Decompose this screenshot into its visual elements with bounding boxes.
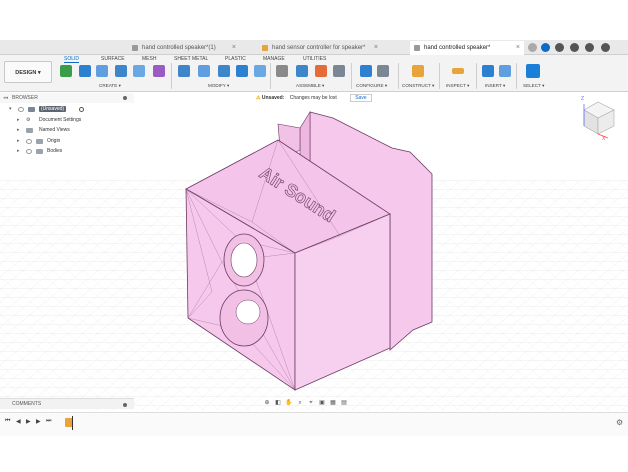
document-icon [414,45,420,51]
chevron-right-icon[interactable]: ▸ [17,126,20,135]
insert-derive-icon[interactable] [482,65,494,77]
chevron-down-icon[interactable]: ▾ [9,105,12,114]
navigation-bar: ⊕ ◧ ✋ ⌕ ⌖ ▣ ▦ ▤ [262,398,349,409]
group-create[interactable]: CREATE ▾ [99,83,121,89]
orbit-icon[interactable]: ⊕ [262,399,272,408]
browser-item-origin[interactable]: ▸ Origin [17,137,127,146]
workspace-selector[interactable]: DESIGN ▾ [4,61,52,83]
close-icon[interactable]: × [374,41,378,55]
chevron-right-icon[interactable]: ▸ [17,137,20,146]
chamfer-icon[interactable] [218,65,230,77]
configure-icon[interactable] [360,65,372,77]
job-status-icon[interactable] [555,43,564,52]
help-icon[interactable] [585,43,594,52]
select-cursor-icon[interactable] [526,64,540,78]
folder-icon [26,128,33,133]
save-button[interactable]: Save [350,94,372,102]
combine-icon[interactable] [254,65,266,77]
close-icon[interactable]: × [516,41,520,55]
new-component-icon[interactable] [60,65,72,77]
tab-document-1[interactable]: hand controlled speaker*(1) × [128,41,240,55]
play-icon[interactable]: ▶ [26,418,31,425]
gear-icon: ⚙ [26,117,31,123]
revolve-icon[interactable] [96,65,108,77]
viewports-icon[interactable]: ▤ [339,399,349,408]
close-icon[interactable]: × [232,41,236,55]
insert-image-icon[interactable] [499,65,511,77]
tab-manage[interactable]: MANAGE [263,56,285,62]
extrude-icon[interactable] [79,65,91,77]
tab-solid[interactable]: SOLID [64,56,80,63]
offset-plane-icon[interactable] [412,65,424,77]
pan-icon[interactable]: ✋ [284,399,294,408]
pin-icon[interactable] [123,403,127,407]
component-icon [28,107,35,112]
tab-plastic[interactable]: PLASTIC [225,56,246,62]
press-pull-icon[interactable] [178,65,190,77]
chevron-right-icon[interactable]: ▸ [17,116,20,125]
motion-link-icon[interactable] [315,65,327,77]
go-to-start-icon[interactable]: ⏮ [5,418,10,425]
tab-document-3[interactable]: hand controlled speaker* × [410,41,524,55]
extensions-icon[interactable] [541,43,550,52]
zoom-icon[interactable]: ⌕ [295,399,305,408]
visibility-icon[interactable] [18,107,24,112]
fillet-icon[interactable] [198,65,210,77]
cube-icon [583,101,615,139]
step-forward-icon[interactable]: ▶ [36,418,41,425]
rigid-group-icon[interactable] [333,65,345,77]
new-tab-icon[interactable] [528,43,537,52]
group-assemble[interactable]: ASSEMBLE ▾ [296,83,324,89]
joint-icon[interactable] [276,65,288,77]
fit-icon[interactable]: ⌖ [306,399,316,408]
folder-icon [36,139,43,144]
shell-icon[interactable] [236,65,248,77]
grid-settings-icon[interactable]: ▦ [328,399,338,408]
comments-panel[interactable]: COMMENTS [0,398,134,409]
browser-item-bodies[interactable]: ▸ Bodies [17,147,127,156]
tab-surface[interactable]: SURFACE [101,56,125,62]
notifications-icon[interactable] [570,43,579,52]
tab-utilities[interactable]: UTILITIES [303,56,326,62]
tab-sheet-metal[interactable]: SHEET METAL [174,56,208,62]
group-modify[interactable]: MODIFY ▾ [208,83,229,89]
collapse-icon[interactable]: ◂◂ [3,93,8,103]
step-back-icon[interactable]: ◀ [16,418,21,425]
look-at-icon[interactable]: ◧ [273,399,283,408]
group-construct[interactable]: CONSTRUCT ▾ [402,83,434,89]
browser-item-named-views[interactable]: ▸ Named Views [17,126,127,135]
form-icon[interactable] [153,65,165,77]
folder-icon [36,149,43,154]
document-icon [262,45,268,51]
group-configure[interactable]: CONFIGURE ▾ [356,83,387,89]
activate-radio-icon[interactable] [79,107,84,112]
timeline-bar [0,412,628,436]
as-built-joint-icon[interactable] [296,65,308,77]
browser-item-document-settings[interactable]: ▸ ⚙ Document Settings [17,116,127,125]
tab-mesh[interactable]: MESH [142,56,156,62]
measure-icon[interactable] [452,68,464,74]
group-insert[interactable]: INSERT ▾ [485,83,505,89]
visibility-icon[interactable] [26,139,32,144]
visibility-icon[interactable] [26,149,32,154]
pin-icon[interactable] [123,96,127,100]
gear-icon[interactable]: ⚙ [616,418,623,427]
account-icon[interactable] [601,43,610,52]
x-axis-label: X [602,136,606,142]
group-select[interactable]: SELECT ▾ [523,83,544,89]
group-inspect[interactable]: INSPECT ▾ [446,83,469,89]
display-settings-icon[interactable]: ▣ [317,399,327,408]
timeline-marker[interactable] [72,416,73,430]
unsaved-notice: ⚠ Unsaved: Changes may be lost [256,95,337,101]
browser-header: ◂◂ BROWSER [0,93,134,103]
parameters-icon[interactable] [377,65,389,77]
tab-document-2[interactable]: hand sensor controller for speaker* × [258,41,382,55]
box-icon[interactable] [133,65,145,77]
chevron-right-icon[interactable]: ▸ [17,147,20,156]
document-icon [132,45,138,51]
warning-icon: ⚠ [256,95,261,101]
hole-icon[interactable] [115,65,127,77]
browser-item-root[interactable]: ▾ (Unsaved) [9,105,129,114]
go-to-end-icon[interactable]: ⏭ [46,418,51,425]
